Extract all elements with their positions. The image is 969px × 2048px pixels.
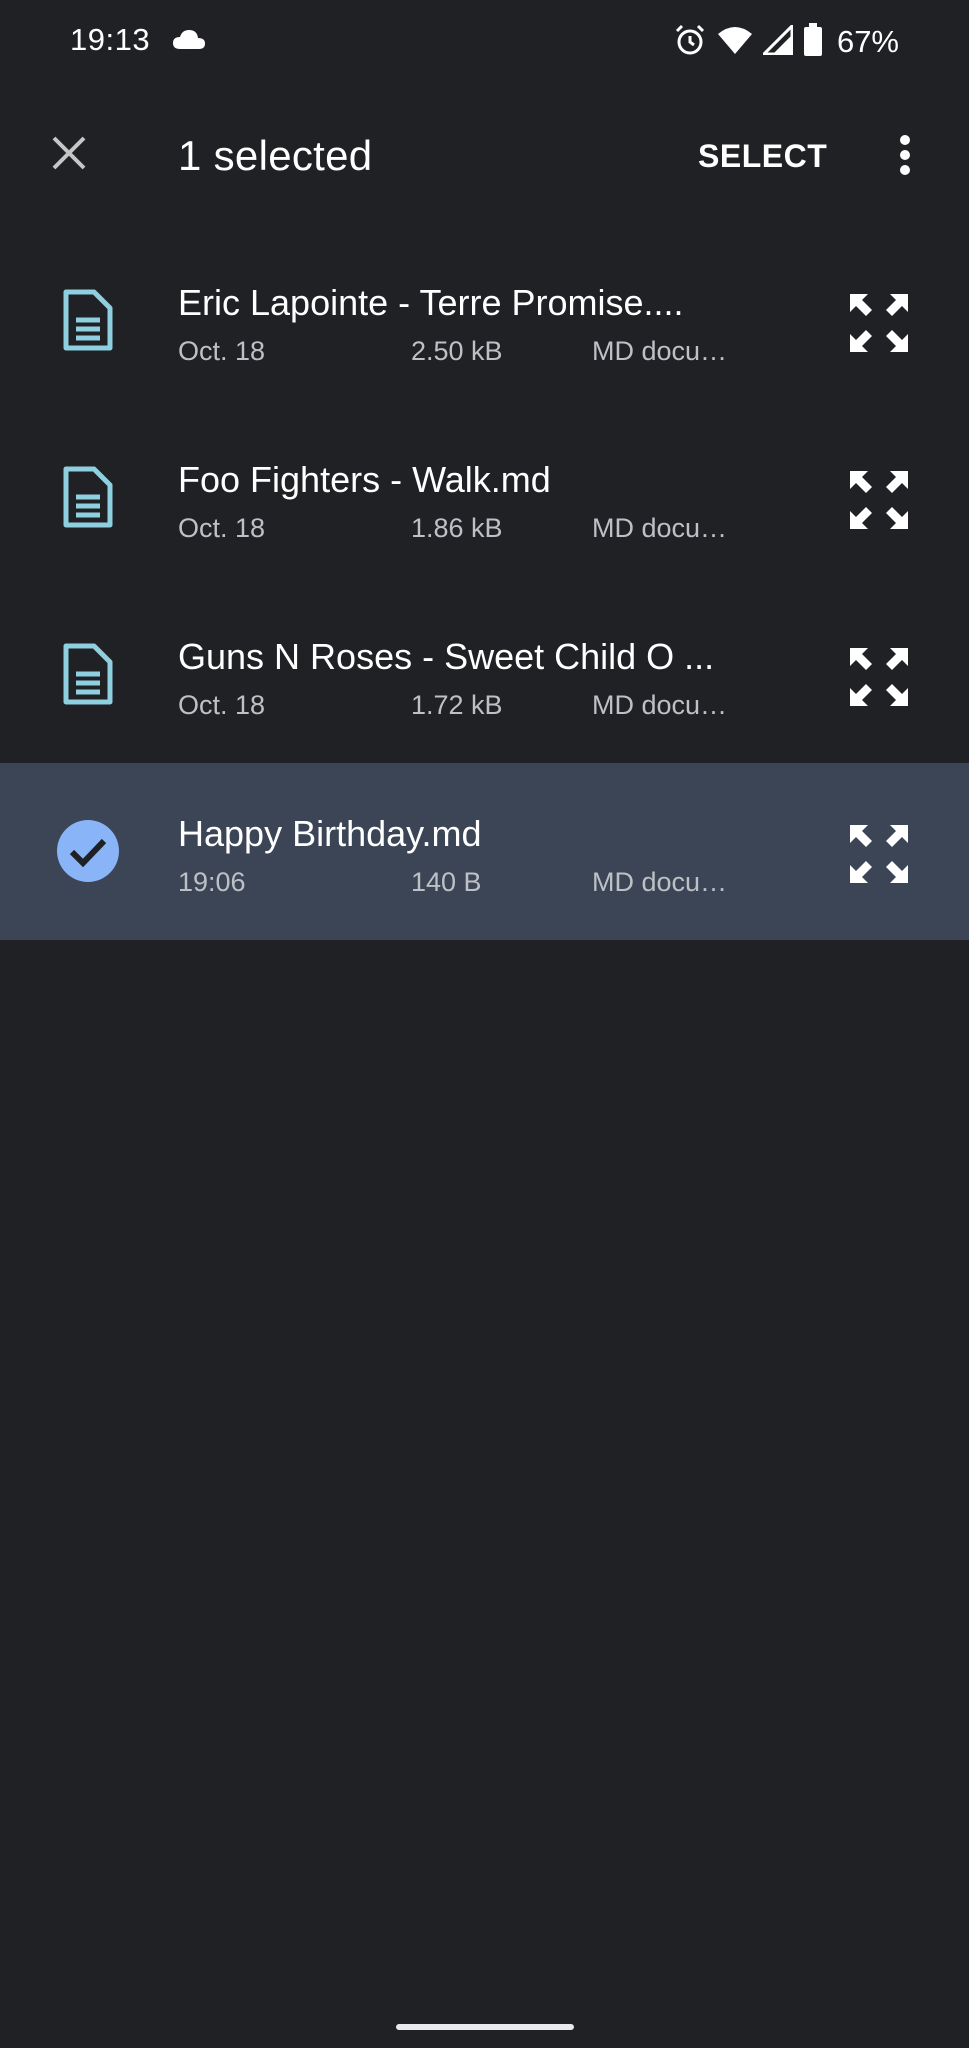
document-icon	[60, 288, 116, 352]
gesture-nav-handle[interactable]	[396, 2024, 574, 2030]
status-icons: 67%	[673, 21, 899, 62]
file-name: Foo Fighters - Walk.md	[178, 459, 551, 500]
selection-app-bar: 1 selected SELECT	[0, 84, 969, 226]
file-type: MD docu…	[592, 867, 728, 897]
more-vert-icon	[899, 134, 911, 180]
file-date: Oct. 18	[178, 336, 266, 366]
alarm-icon	[673, 23, 707, 62]
expand-icon[interactable]	[846, 821, 912, 887]
signal-icon	[760, 21, 794, 60]
expand-icon[interactable]	[846, 644, 912, 710]
expand-icon[interactable]	[846, 290, 912, 356]
close-icon	[51, 135, 87, 176]
file-date: 19:06	[178, 867, 246, 897]
battery-icon	[803, 22, 823, 62]
file-size: 140 B	[411, 867, 482, 897]
battery-percent: 67%	[836, 24, 899, 59]
status-time: 19:13	[70, 22, 151, 57]
document-icon	[60, 465, 116, 529]
page-title: 1 selected	[178, 132, 373, 179]
file-name: Happy Birthday.md	[178, 813, 482, 854]
file-date: Oct. 18	[178, 690, 266, 720]
file-size: 1.72 kB	[411, 690, 503, 720]
document-icon	[60, 642, 116, 706]
file-date: Oct. 18	[178, 513, 266, 543]
file-size: 1.86 kB	[411, 513, 503, 543]
status-bar: 19:13 67%	[0, 0, 969, 84]
file-name: Eric Lapointe - Terre Promise....	[178, 282, 684, 323]
wifi-icon	[717, 25, 753, 60]
more-options-button[interactable]	[880, 132, 930, 182]
file-size: 2.50 kB	[411, 336, 503, 366]
file-type: MD docu…	[592, 336, 728, 366]
close-button[interactable]	[44, 130, 94, 180]
file-type: MD docu…	[592, 513, 728, 543]
select-button[interactable]: SELECT	[698, 138, 827, 175]
file-type: MD docu…	[592, 690, 728, 720]
file-name: Guns N Roses - Sweet Child O ...	[178, 636, 715, 677]
cloud-icon	[172, 28, 206, 55]
file-row-selected[interactable]: Happy Birthday.md 19:06 140 B MD docu…	[0, 763, 969, 940]
file-list: Eric Lapointe - Terre Promise.... Oct. 1…	[0, 232, 969, 940]
file-row[interactable]: Guns N Roses - Sweet Child O ... Oct. 18…	[0, 586, 969, 763]
file-row[interactable]: Eric Lapointe - Terre Promise.... Oct. 1…	[0, 232, 969, 409]
check-circle-icon[interactable]	[56, 819, 120, 883]
file-row[interactable]: Foo Fighters - Walk.md Oct. 18 1.86 kB M…	[0, 409, 969, 586]
expand-icon[interactable]	[846, 467, 912, 533]
